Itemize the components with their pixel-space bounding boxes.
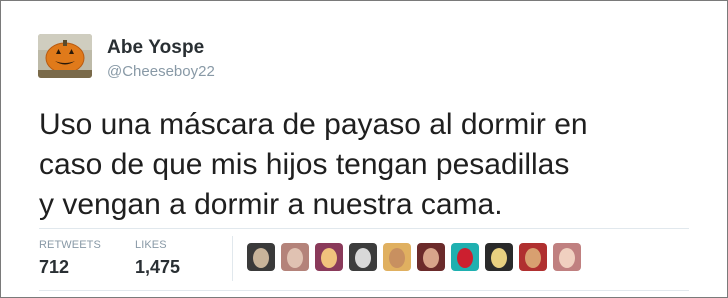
stats-separator [232, 236, 233, 281]
divider [39, 290, 689, 291]
liker-avatar-icon[interactable] [281, 243, 309, 271]
likes-label: LIKES [135, 239, 167, 251]
author-handle[interactable]: @Cheeseboy22 [107, 63, 215, 80]
pumpkin-head-avatar-icon[interactable] [38, 34, 92, 78]
retweets-count[interactable]: 712 [39, 257, 69, 278]
liker-avatar-icon[interactable] [349, 243, 377, 271]
liker-avatar-icon[interactable] [383, 243, 411, 271]
liker-avatar-icon[interactable] [485, 243, 513, 271]
tweet-text-line: Uso una máscara de payaso al dormir en [39, 108, 588, 141]
tweet-card: Abe Yospe @Cheeseboy22 Uso una máscara d… [0, 0, 728, 298]
liker-avatar-icon[interactable] [519, 243, 547, 271]
liker-avatar-icon[interactable] [417, 243, 445, 271]
liker-avatar-icon[interactable] [247, 243, 275, 271]
liker-avatar-icon[interactable] [315, 243, 343, 271]
likes-count[interactable]: 1,475 [135, 257, 180, 278]
liker-avatar-icon[interactable] [451, 243, 479, 271]
retweets-label: RETWEETS [39, 239, 101, 251]
liker-avatar-icon[interactable] [553, 243, 581, 271]
tweet-text-line: caso de que mis hijos tengan pesadillas [39, 148, 570, 181]
tweet-text-line: y vengan a dormir a nuestra cama. [39, 188, 503, 221]
tweet-text: Uso una máscara de payaso al dormir en c… [39, 105, 699, 225]
divider [39, 228, 689, 229]
author-name[interactable]: Abe Yospe [107, 37, 204, 59]
